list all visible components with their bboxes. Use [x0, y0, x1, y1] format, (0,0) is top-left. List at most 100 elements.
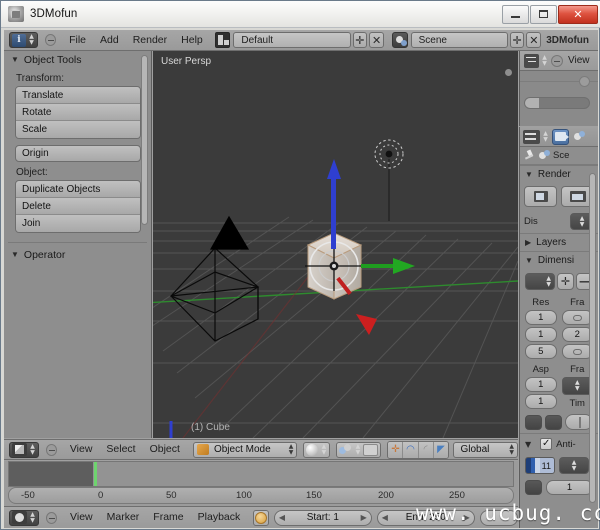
aa-samples-field[interactable]: 11 — [525, 457, 555, 474]
resolution-percent-field[interactable]: 5 — [525, 344, 557, 359]
scene-icon[interactable] — [392, 32, 408, 48]
origin-button[interactable]: Origin — [15, 145, 141, 162]
panel-operator-header[interactable]: ▼ Operator — [4, 246, 151, 263]
aspect-columns: Asp 1 1 Fra ▲▼ Tim — [520, 361, 598, 411]
outliner-menu-view[interactable]: View — [566, 50, 592, 71]
viewport-3d[interactable]: y User Persp (1) Cube — [153, 51, 518, 438]
panel-render-header[interactable]: ▼ Render — [520, 165, 598, 183]
menu-add[interactable]: Add — [93, 30, 126, 51]
scene-add-button[interactable]: ✛ — [510, 32, 525, 48]
timeline-track[interactable] — [8, 461, 514, 487]
collapse-menu-icon[interactable] — [46, 444, 57, 456]
start-frame-field[interactable]: ◀ Start: 1 ▶ — [274, 510, 372, 526]
rotate-manipulator-icon[interactable]: ◠ — [403, 442, 418, 458]
close-button[interactable]: ✕ — [558, 5, 598, 24]
preset-add-button[interactable]: ✛ — [557, 273, 574, 290]
info-editor-type-button[interactable]: i ▲▼ — [9, 32, 38, 48]
screen-layout-field[interactable]: Default — [233, 32, 350, 48]
app-icon — [8, 6, 24, 22]
start-frame-value: Start: 1 — [307, 512, 339, 523]
render-preset-row: ▲▼ ✛ — — [520, 269, 598, 294]
tool-shelf-scrollbar[interactable] — [141, 55, 148, 225]
camera-glyph — [555, 132, 566, 141]
maximize-button[interactable] — [530, 5, 557, 24]
aspect-y-field[interactable]: 1 — [525, 394, 557, 409]
menu-file[interactable]: File — [62, 30, 93, 51]
aspect-x-field[interactable]: 1 — [525, 377, 557, 392]
interaction-mode-dropdown[interactable]: Object Mode ▲▼ — [193, 442, 297, 458]
timeline-menu-marker[interactable]: Marker — [100, 507, 147, 528]
render-tab-icon[interactable] — [552, 129, 569, 145]
screen-delete-button[interactable]: ✕ — [369, 32, 384, 48]
view3d-header: ▲▼ View Select Object Object Mode ▲▼ ▲▼ … — [4, 439, 518, 460]
render-preset-dropdown[interactable]: ▲▼ — [525, 273, 555, 290]
minimize-button[interactable] — [502, 5, 529, 24]
outliner-editor-icon[interactable] — [524, 54, 539, 68]
snap-icon[interactable] — [363, 444, 378, 456]
time-remap-new-button[interactable] — [545, 415, 562, 430]
menu-render[interactable]: Render — [126, 30, 174, 51]
delete-button[interactable]: Delete — [16, 198, 140, 215]
resolution-y-field[interactable]: 1 — [525, 327, 557, 342]
rotate-button[interactable]: Rotate — [16, 104, 140, 121]
panel-object-tools-header[interactable]: ▼ Object Tools — [4, 51, 151, 68]
timeline-ruler[interactable]: -50 0 50 100 150 200 250 — [8, 487, 514, 504]
collapse-menu-icon[interactable] — [551, 55, 563, 67]
eye-icon — [573, 315, 582, 321]
properties-scrollbar[interactable] — [589, 173, 596, 503]
timeline-menu-frame[interactable]: Frame — [146, 507, 190, 528]
pivot-point-dropdown[interactable]: ▲▼ — [336, 442, 381, 458]
triangle-down-icon: ▼ — [11, 250, 19, 259]
join-button[interactable]: Join — [16, 215, 140, 232]
antialiasing-checkbox[interactable]: ✓ — [540, 438, 552, 450]
timeline-playhead[interactable] — [94, 462, 97, 486]
panel-layers-title: Layers — [536, 237, 566, 248]
aa-size-field[interactable]: 1 — [546, 480, 593, 495]
keying-set-icon[interactable] — [253, 510, 269, 526]
properties-editor-icon[interactable] — [523, 130, 540, 144]
outliner-item-row[interactable] — [524, 97, 590, 109]
properties-editor: ▲▼ Sce ▼ Render Dis ▲▼ — [519, 127, 598, 528]
view3d-editor-type-button[interactable]: ▲▼ — [9, 442, 39, 458]
manipulator-toggle-icon[interactable]: ◤ — [434, 442, 449, 458]
viewport-shading-dropdown[interactable]: ▲▼ — [303, 442, 330, 458]
end-frame-field[interactable]: ◀ End: 250 ▶ — [377, 510, 475, 526]
resolution-x-field[interactable]: 1 — [525, 310, 557, 325]
collapse-menu-icon[interactable] — [46, 512, 57, 524]
scene-delete-button[interactable]: ✕ — [526, 32, 541, 48]
timeline-menu-playback[interactable]: Playback — [191, 507, 248, 528]
scene-tab-icon[interactable] — [572, 129, 589, 145]
scale-button[interactable]: Scale — [16, 121, 140, 138]
current-frame-field[interactable] — [480, 510, 518, 526]
menu-help[interactable]: Help — [174, 30, 210, 51]
chevron-right-icon: ▶ — [361, 513, 367, 522]
translate-manipulator-icon[interactable]: ✛ — [388, 442, 403, 458]
view3d-menu-object[interactable]: Object — [143, 439, 187, 460]
duplicate-objects-button[interactable]: Duplicate Objects — [16, 181, 140, 198]
pin-id-icon[interactable] — [524, 150, 536, 162]
panel-layers-header[interactable]: ▶ Layers — [520, 233, 598, 251]
timeline-editor-type-button[interactable]: ▲▼ — [9, 510, 39, 526]
aa-filter-dropdown[interactable]: ▲▼ — [559, 457, 589, 474]
view3d-menu-view[interactable]: View — [63, 439, 100, 460]
render-image-button[interactable] — [524, 186, 557, 207]
viewport-canvas: y — [153, 51, 518, 438]
panel-dimensions-header[interactable]: ▼ Dimensi — [520, 251, 598, 269]
timeline-menu-view[interactable]: View — [63, 507, 100, 528]
scene-field[interactable]: Scene — [411, 32, 508, 48]
outliner-body[interactable] — [520, 71, 598, 125]
outliner-corner-handle[interactable] — [579, 76, 590, 87]
translate-button[interactable]: Translate — [16, 87, 140, 104]
manipulator-button-group: ✛ ◠ ◜ ◤ — [387, 441, 449, 459]
transform-orientation-dropdown[interactable]: Global ▲▼ — [453, 442, 518, 458]
collapse-menu-icon[interactable] — [45, 34, 56, 46]
time-remap-old-button[interactable] — [525, 415, 542, 430]
screen-layout-icon[interactable] — [215, 32, 231, 48]
screen-add-button[interactable]: ✛ — [353, 32, 368, 48]
aa-full-sample-toggle[interactable] — [525, 480, 542, 495]
scale-manipulator-icon[interactable]: ◜ — [419, 442, 434, 458]
view3d-menu-select[interactable]: Select — [99, 439, 142, 460]
panel-antialiasing-header[interactable]: ▼ ✓ Anti- — [520, 433, 598, 454]
viewport-corner-handle[interactable] — [505, 69, 512, 76]
aspect-label: Asp — [525, 361, 557, 377]
